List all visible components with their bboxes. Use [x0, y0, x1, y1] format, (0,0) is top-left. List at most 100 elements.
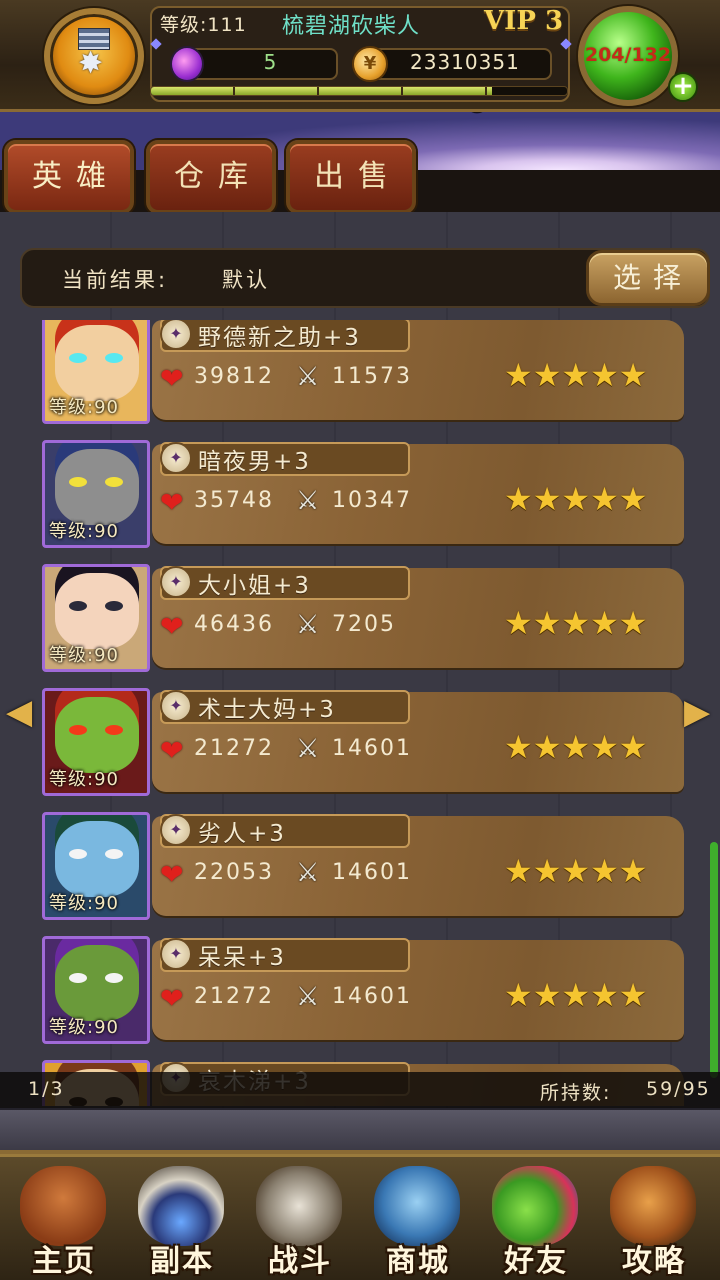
crossed-swords-icon: ⚔ — [296, 982, 320, 1012]
hero-face — [55, 945, 139, 1021]
hero-row[interactable]: 等级:90 ✦ 大小姐+3 ❤ 46436 ⚔ 7205 ★★★★★ — [0, 564, 720, 680]
list-scrollbar[interactable] — [710, 842, 718, 1078]
hero-portrait[interactable]: 等级:90 — [42, 440, 150, 548]
heart-icon: ❤ — [160, 734, 184, 767]
hero-attack: 14601 — [332, 984, 412, 1009]
hero-portrait[interactable]: 等级:90 — [42, 320, 150, 424]
hero-face — [55, 449, 139, 525]
nav-label: 攻略 — [622, 1244, 686, 1279]
player-avatar[interactable]: ✸ — [44, 8, 144, 104]
tab-warehouse[interactable]: 仓库 — [146, 140, 276, 214]
hero-level: 等级:90 — [49, 521, 119, 542]
hero-row[interactable]: 等级:90 ✦ 呆呆+3 ❤ 21272 ⚔ 14601 ★★★★★ — [0, 936, 720, 1052]
crossed-weapons-icon — [256, 1166, 342, 1246]
hero-portrait[interactable]: 等级:90 — [42, 564, 150, 672]
pager-strip — [0, 1072, 720, 1108]
heart-icon: ❤ — [160, 858, 184, 891]
add-stamina-button[interactable]: + — [668, 72, 698, 102]
heart-icon: ❤ — [160, 982, 184, 1015]
hero-hp: 46436 — [194, 612, 274, 637]
exp-bar-fill — [151, 87, 493, 95]
hero-portrait[interactable]: 等级:90 — [42, 936, 150, 1044]
next-page-arrow-icon[interactable]: ▶ — [684, 692, 710, 732]
bow-icon: ✦ — [160, 814, 192, 846]
house-icon — [20, 1166, 106, 1246]
nav-label: 主页 — [32, 1244, 96, 1279]
book-icon — [610, 1166, 696, 1246]
hero-level: 等级:90 — [49, 893, 119, 914]
nav-label: 好友 — [504, 1244, 568, 1279]
skull-orb-icon — [138, 1166, 224, 1246]
hero-name: 呆呆+3 — [198, 945, 286, 971]
hero-list[interactable]: 等级:90 ✦ 野德新之助+3 ❤ 39812 ⚔ 11573 ★★★★★ 等级… — [0, 320, 720, 1106]
hero-hp: 35748 — [194, 488, 274, 513]
hero-level: 等级:90 — [49, 397, 119, 418]
heart-icon: ❤ — [160, 610, 184, 643]
star-rating: ★★★★★ — [504, 356, 648, 394]
gold-coin-icon: ¥ — [352, 46, 388, 82]
nav-battle[interactable]: 战斗 — [242, 1158, 358, 1280]
nav-dungeon[interactable]: 副本 — [124, 1158, 240, 1280]
nav-label: 商城 — [386, 1244, 450, 1279]
hero-name: 劣人+3 — [198, 821, 286, 847]
hero-attack: 14601 — [332, 736, 412, 761]
hero-row[interactable]: 等级:90 ✦ 野德新之助+3 ❤ 39812 ⚔ 11573 ★★★★★ — [0, 320, 720, 432]
hero-attack: 7205 — [332, 612, 396, 637]
nav-guide[interactable]: 攻略 — [596, 1158, 712, 1280]
crossed-swords-icon: ⚔ — [296, 734, 320, 764]
nav-shop[interactable]: 商城 — [360, 1158, 476, 1280]
claw-icon: ✦ — [160, 566, 192, 598]
nav-label: 战斗 — [268, 1244, 332, 1279]
star-rating: ★★★★★ — [504, 976, 648, 1014]
hero-level: 等级:90 — [49, 769, 119, 790]
hero-name: 大小姐+3 — [198, 573, 311, 599]
gem-icon — [170, 46, 204, 82]
rank-medal-icon: ✸ — [76, 28, 112, 84]
hero-face — [55, 325, 139, 401]
select-filter-button[interactable]: 选择 — [586, 250, 710, 306]
filter-label: 当前结果: — [62, 268, 169, 292]
skull-icon: ✦ — [160, 690, 192, 722]
crossed-swords-icon: ⚔ — [296, 858, 320, 888]
goblin-friends-icon — [492, 1166, 578, 1246]
page-indicator: 1/3 — [28, 1078, 65, 1100]
filter-value: 默认 — [222, 268, 270, 292]
vip-badge[interactable]: VIP 3 — [484, 6, 563, 36]
hero-level: 等级:90 — [49, 1017, 119, 1038]
prev-page-arrow-icon[interactable]: ◀ — [6, 692, 32, 732]
hero-name: 术士大妈+3 — [198, 697, 336, 723]
tab-heroes[interactable]: 英雄 — [4, 140, 134, 214]
nav-home[interactable]: 主页 — [6, 1158, 122, 1280]
hero-row[interactable]: 等级:90 ✦ 术士大妈+3 ❤ 21272 ⚔ 14601 ★★★★★ — [0, 688, 720, 804]
hero-hp: 21272 — [194, 736, 274, 761]
hero-portrait[interactable]: 等级:90 — [42, 812, 150, 920]
hero-name: 暗夜男+3 — [198, 449, 311, 475]
star-rating: ★★★★★ — [504, 728, 648, 766]
exp-bar — [150, 86, 568, 96]
hero-row[interactable]: 等级:90 ✦ 暗夜男+3 ❤ 35748 ⚔ 10347 ★★★★★ — [0, 440, 720, 556]
heart-icon: ❤ — [160, 362, 184, 395]
star-rating: ★★★★★ — [504, 604, 648, 642]
sword-icon: ✦ — [160, 938, 192, 970]
hero-hp: 39812 — [194, 364, 274, 389]
crossed-swords-icon: ⚔ — [296, 486, 320, 516]
nav-friends[interactable]: 好友 — [478, 1158, 594, 1280]
gem-count: 5 — [263, 50, 277, 74]
monster-cards-icon — [374, 1166, 460, 1246]
hero-face — [55, 697, 139, 773]
crossed-swords-icon: ⚔ — [296, 610, 320, 640]
player-level: 等级:111 — [160, 14, 247, 36]
hero-attack: 11573 — [332, 364, 412, 389]
hero-portrait[interactable]: 等级:90 — [42, 688, 150, 796]
owned-count-label: 所持数: — [540, 1082, 612, 1104]
nav-label: 副本 — [150, 1244, 214, 1279]
hero-face — [55, 821, 139, 897]
hero-row[interactable]: 等级:90 ✦ 劣人+3 ❤ 22053 ⚔ 14601 ★★★★★ — [0, 812, 720, 928]
hero-hp: 21272 — [194, 984, 274, 1009]
heart-icon: ❤ — [160, 486, 184, 519]
hero-face — [55, 573, 139, 649]
hero-attack: 14601 — [332, 860, 412, 885]
hero-hp: 22053 — [194, 860, 274, 885]
tab-sell[interactable]: 出售 — [286, 140, 416, 214]
gold-count: 23310351 — [410, 50, 520, 74]
